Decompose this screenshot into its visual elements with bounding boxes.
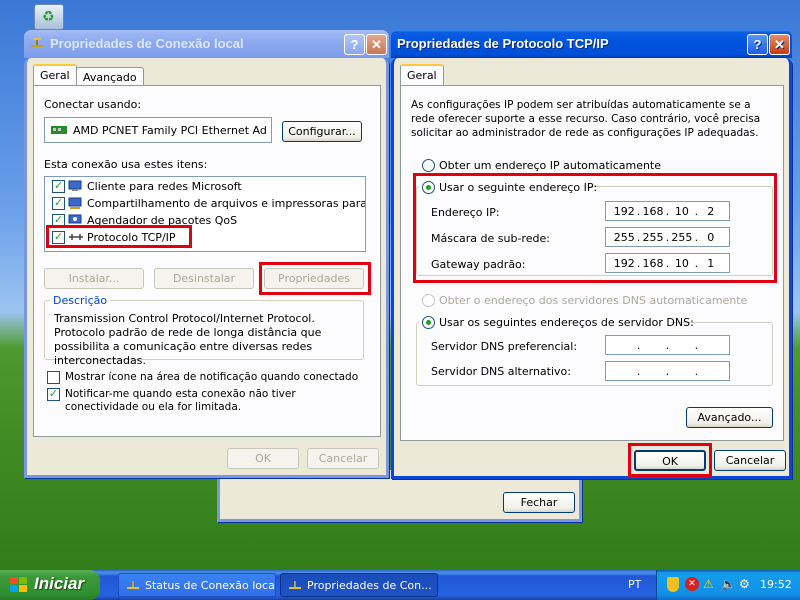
list-item[interactable]: ✓ Compartilhamento de arquivos e impress… (45, 195, 365, 212)
close-status-button[interactable]: Fechar (503, 492, 575, 513)
advanced-button[interactable]: Avançado... (686, 407, 773, 428)
system-tray: ✕ ⚠ 🔈 ⚙ 19:52 (656, 570, 800, 600)
taskbar-item-label: Propriedades de Con... (307, 579, 432, 592)
manual-dns-radio[interactable] (422, 316, 435, 329)
windows-logo-icon (10, 577, 27, 592)
dns-alternate-input[interactable]: ... (605, 361, 730, 381)
network-connection-icon (289, 581, 301, 589)
connect-using-label: Conectar usando: (44, 98, 142, 111)
notify-checkbox[interactable]: ✓ (47, 388, 60, 401)
list-item[interactable]: ✓ Cliente para redes Microsoft (45, 178, 365, 195)
clock[interactable]: 19:52 (760, 578, 792, 591)
dns-preferred-input[interactable]: ... (605, 335, 730, 355)
sharing-icon (68, 197, 82, 209)
tcpip-title: Propriedades de Protocolo TCP/IP (397, 36, 609, 51)
item-label: Cliente para redes Microsoft (87, 180, 242, 193)
taskbar-item-status[interactable]: Status de Conexão local (118, 573, 276, 597)
update-icon[interactable]: ⚙ (739, 577, 753, 591)
network-warning-icon[interactable]: ⚠ (703, 577, 717, 591)
start-label: Iniciar (34, 574, 85, 593)
connection-properties-title: Propriedades de Conexão local (50, 36, 244, 51)
auto-ip-label: Obter um endereço IP automaticamente (439, 159, 662, 172)
close-button[interactable]: ✕ (366, 34, 387, 55)
description-label: Descrição (50, 294, 111, 307)
item-checkbox[interactable]: ✓ (52, 180, 65, 193)
recycle-bin-icon[interactable]: ♻ (34, 4, 64, 30)
notify-label: Notificar-me quando esta conexão não tiv… (65, 388, 296, 413)
tcpip-general-panel: As configurações IP podem ser atribuídas… (400, 85, 784, 441)
taskbar: Iniciar Status de Conexão local Propried… (0, 570, 800, 600)
properties-button-highlight (259, 262, 371, 295)
install-button[interactable]: Instalar... (44, 268, 144, 289)
items-label: Esta conexão usa estes itens: (44, 158, 208, 171)
ok-button-highlight (628, 443, 712, 477)
security-shield-icon[interactable] (667, 577, 679, 592)
taskbar-item-label: Status de Conexão local (145, 579, 276, 592)
help-button[interactable]: ? (344, 34, 365, 55)
start-button[interactable]: Iniciar (0, 570, 100, 600)
configure-button[interactable]: Configurar... (282, 121, 362, 142)
language-indicator[interactable]: PT (628, 578, 641, 591)
client-icon (68, 180, 82, 191)
tcpip-titlebar[interactable]: Propriedades de Protocolo TCP/IP ? ✕ (391, 30, 792, 58)
show-icon-label: Mostrar ícone na área de notificação qua… (65, 371, 359, 383)
adapter-field: AMD PCNET Family PCI Ethernet Ad (44, 117, 272, 143)
dns-preferred-label: Servidor DNS preferencial: (431, 340, 578, 353)
taskbar-item-properties[interactable]: Propriedades de Con... (280, 573, 438, 597)
tab-geral[interactable]: Geral (33, 64, 77, 86)
manual-dns-label: Usar os seguintes endereços de servidor … (439, 316, 694, 329)
tcpip-properties-window: Propriedades de Protocolo TCP/IP ? ✕ Ger… (391, 30, 792, 479)
tab-geral[interactable]: Geral (400, 64, 444, 86)
uninstall-button[interactable]: Desinstalar (154, 268, 254, 289)
cancel-button[interactable]: Cancelar (714, 450, 786, 471)
tcpip-item-highlight (46, 225, 192, 248)
network-adapter-icon (51, 126, 67, 134)
auto-ip-radio[interactable] (422, 159, 435, 172)
adapter-name: AMD PCNET Family PCI Ethernet Ad (73, 124, 267, 137)
intro-text: As configurações IP podem ser atribuídas… (411, 99, 761, 139)
show-icon-checkbox[interactable] (47, 371, 60, 384)
item-checkbox[interactable]: ✓ (52, 197, 65, 210)
network-connection-icon (31, 38, 43, 47)
conn-general-panel: Conectar usando: AMD PCNET Family PCI Et… (33, 85, 381, 437)
item-label: Compartilhamento de arquivos e impressor… (87, 197, 366, 210)
help-button[interactable]: ? (747, 34, 768, 55)
description-text: Transmission Control Protocol/Internet P… (54, 312, 322, 367)
ok-button[interactable]: OK (227, 448, 299, 469)
cancel-button[interactable]: Cancelar (307, 448, 379, 469)
connection-properties-window: Propriedades de Conexão local ? ✕ Geral … (24, 30, 389, 478)
network-connection-icon (127, 581, 139, 589)
connection-properties-titlebar[interactable]: Propriedades de Conexão local ? ✕ (24, 30, 389, 58)
close-button[interactable]: ✕ (769, 34, 790, 55)
security-alert-icon[interactable]: ✕ (685, 577, 699, 591)
manual-ip-highlight (413, 173, 777, 283)
tab-avancado[interactable]: Avançado (76, 67, 144, 87)
auto-dns-label: Obter o endereço dos servidores DNS auto… (439, 294, 748, 307)
volume-icon[interactable]: 🔈 (721, 577, 736, 591)
auto-dns-radio[interactable] (422, 294, 435, 307)
dns-alternate-label: Servidor DNS alternativo: (431, 365, 571, 378)
